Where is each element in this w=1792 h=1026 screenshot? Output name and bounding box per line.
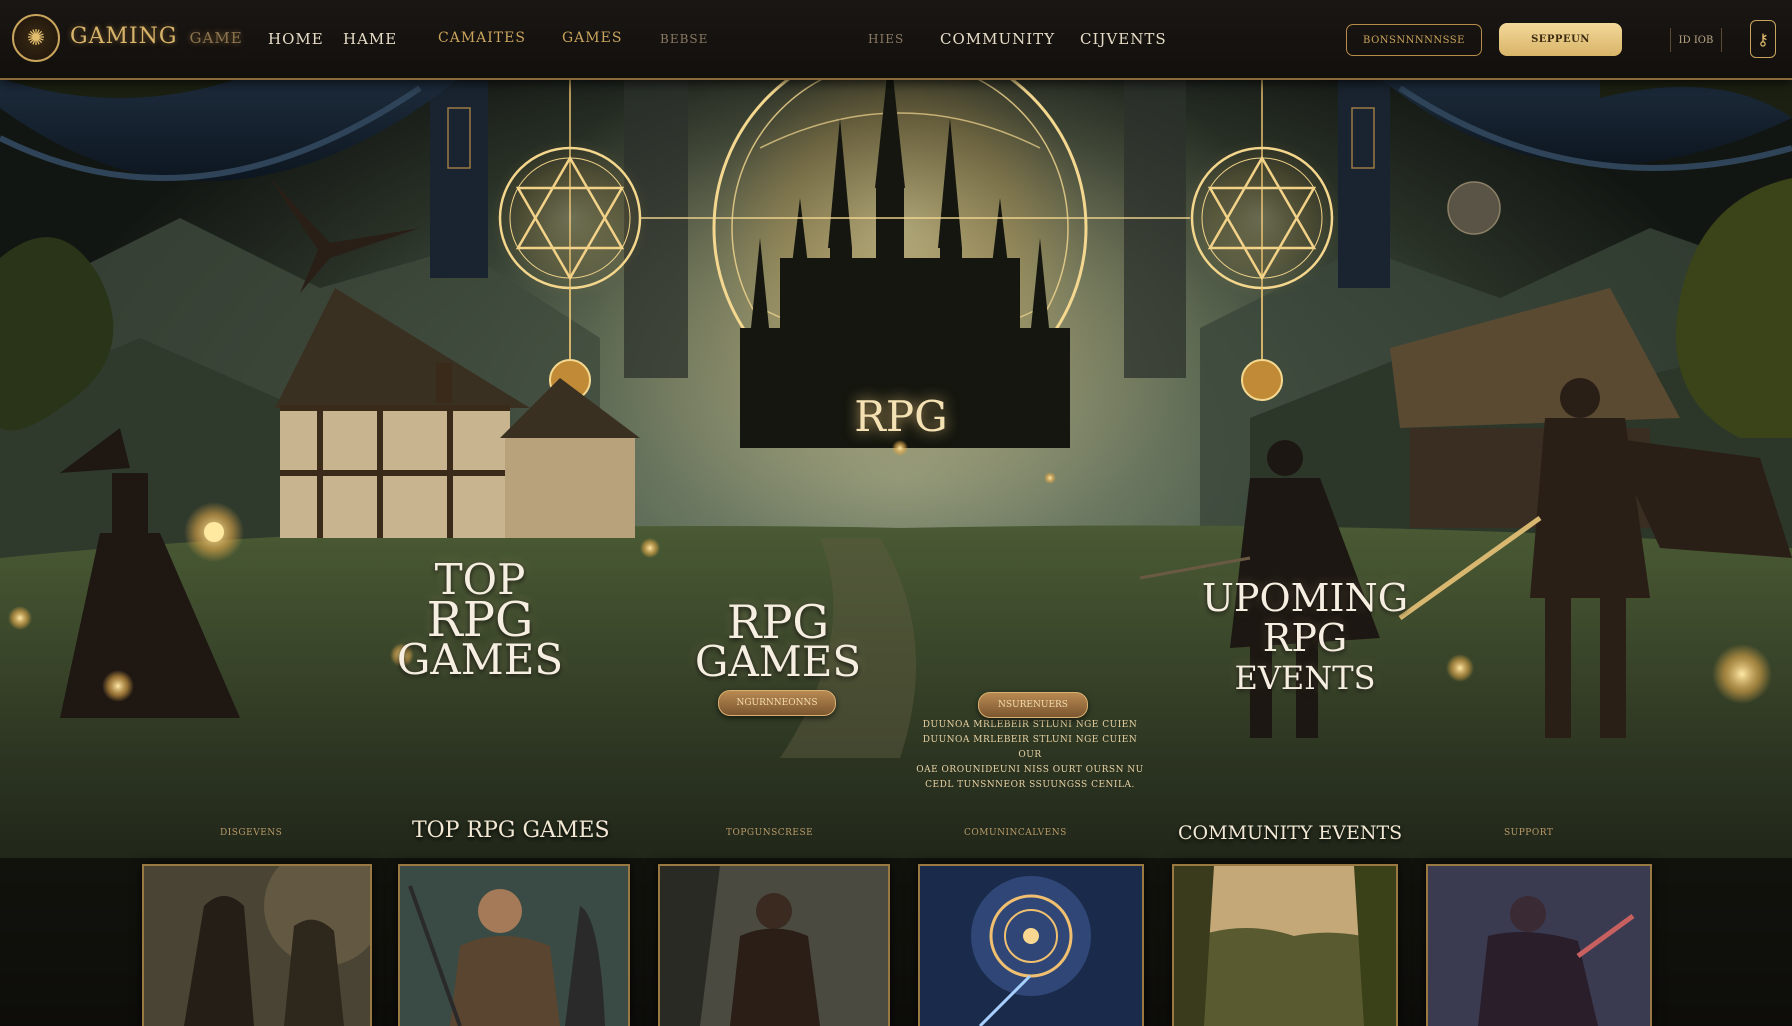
nav-home[interactable]: HOME	[268, 30, 324, 48]
hooded-figure-icon	[144, 866, 370, 1026]
description-line-4: CEDL TUNSNNEOR SSUUNGSS CENILA.	[925, 780, 1135, 790]
nav-hame[interactable]: HAME	[343, 30, 397, 48]
landscape-icon	[1174, 866, 1396, 1026]
brand-subtitle: GAME	[189, 29, 243, 47]
hero-center-label: RPG	[854, 392, 948, 441]
nav-camaites[interactable]: CAMAITES	[438, 30, 526, 46]
rpg-games-title: RPG GAMES	[678, 595, 878, 686]
game-card-misty-valley[interactable]	[1172, 864, 1398, 1026]
swordsman-icon	[660, 866, 888, 1026]
community-events-link[interactable]: COMUNINCALVENS	[964, 828, 1067, 838]
title-line-3: EVENTS	[1234, 659, 1376, 697]
title-line-2: RPG	[1262, 616, 1348, 660]
game-card-armored-knight[interactable]	[398, 864, 630, 1026]
description-line-3: OAE OROUNIDEUNI NISS OURT OURSN NU	[916, 765, 1144, 775]
warrior-icon	[1428, 866, 1650, 1026]
support-link[interactable]: SUPPORT	[1504, 828, 1553, 838]
nav-games[interactable]: GAMES	[562, 30, 622, 46]
rune-emblem-icon[interactable]: ✺	[12, 14, 60, 62]
nav-bebse[interactable]: BEBSE	[660, 32, 708, 46]
game-card-arcane-sigil[interactable]	[918, 864, 1144, 1026]
top-games-link[interactable]: TOPGUNSCRESE	[726, 828, 813, 838]
sigil-icon	[920, 866, 1142, 1026]
top-navigation: ✺ GAMING GAME HOME HAME CAMAITES GAMES B…	[0, 0, 1792, 80]
title-line-1: UPOMING	[1201, 576, 1409, 620]
explore-games-button[interactable]: NGURNNEONNS	[718, 690, 836, 716]
hero-description: DUUNOA MRLEBEIR STLUNI NGE CUIEN DUUNOA …	[910, 718, 1150, 793]
game-card-hooded-ranger[interactable]	[142, 864, 372, 1026]
description-line-1: DUUNOA MRLEBEIR STLUNI NGE CUIEN	[922, 720, 1138, 730]
user-key-icon[interactable]: ⚷	[1750, 20, 1776, 58]
outline-action-button[interactable]: BONSNNNNNSSE	[1346, 24, 1482, 56]
title-line-2: RPG	[426, 592, 534, 648]
language-selector[interactable]: ID IOB	[1670, 28, 1722, 52]
title-line-2: GAMES	[694, 637, 862, 686]
top-rpg-games-title: TOP RPG GAMES	[380, 559, 580, 684]
game-card-wanderer-swordsman[interactable]	[658, 864, 890, 1026]
brand-title[interactable]: GAMING GAME	[70, 24, 243, 49]
nav-events[interactable]: CIJVENTS	[1080, 30, 1167, 48]
nav-hies[interactable]: HIES	[868, 32, 904, 46]
section-heading-community-events: COMMUNITY EVENTS	[1178, 822, 1403, 844]
knight-icon	[400, 866, 628, 1026]
brand-name: GAMING	[70, 24, 178, 49]
nav-community[interactable]: COMMUNITY	[940, 30, 1055, 48]
title-line-1: RPG	[726, 595, 830, 649]
signup-button[interactable]: SEPPEUN	[1499, 23, 1622, 56]
game-card-dark-warrior[interactable]	[1426, 864, 1652, 1026]
upcoming-events-title: UPOMING RPG EVENTS	[1180, 578, 1430, 698]
section-heading-top-games: TOP RPG GAMES	[412, 818, 610, 843]
description-line-2: DUUNOA MRLEBEIR STLUNI NGE CUIEN OUR	[922, 735, 1138, 760]
discover-label[interactable]: DISGEVENS	[220, 828, 282, 838]
view-details-button[interactable]: NSURENUERS	[978, 692, 1088, 718]
title-line-3: GAMES	[396, 635, 564, 684]
